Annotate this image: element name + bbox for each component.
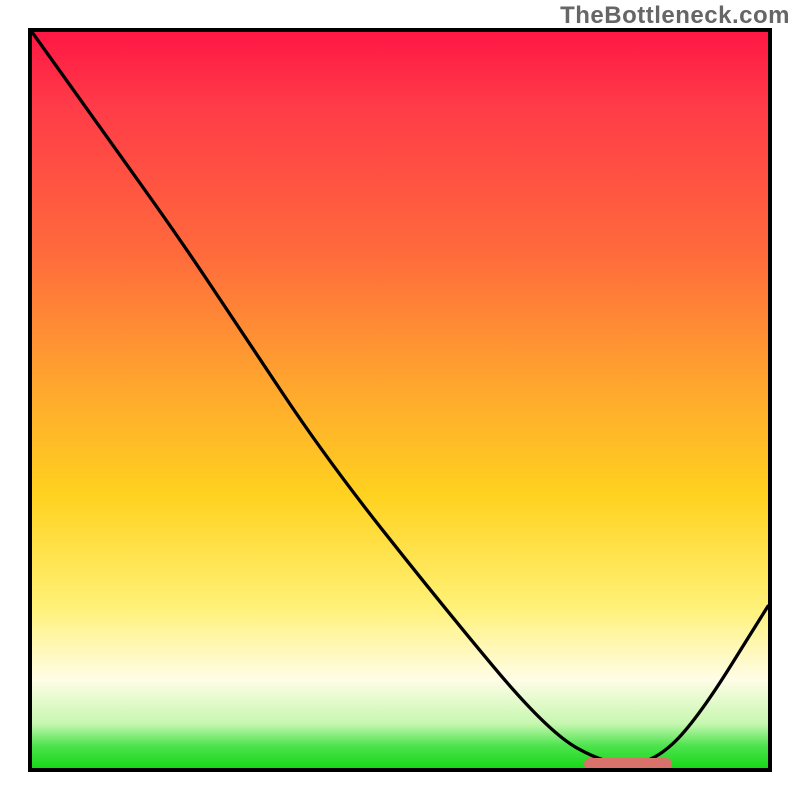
chart-container: TheBottleneck.com (0, 0, 800, 800)
plot-frame (28, 28, 772, 772)
optimum-marker (584, 758, 672, 770)
watermark-text: TheBottleneck.com (560, 2, 790, 30)
bottleneck-curve (32, 32, 768, 768)
